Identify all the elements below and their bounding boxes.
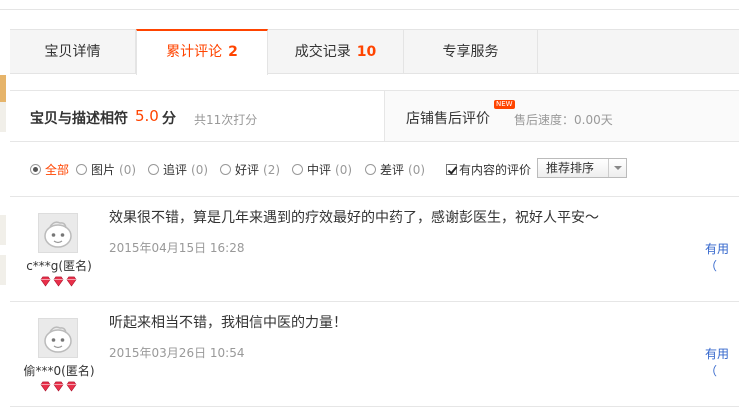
top-strip — [0, 0, 739, 10]
filter-label: 差评 — [380, 163, 405, 177]
useful-button[interactable]: 有用（ — [705, 345, 739, 379]
reviewer-name: c***g(匿名) — [26, 259, 92, 273]
filter-images-radio[interactable]: 图片 (0) — [76, 162, 136, 178]
filter-count: (0) — [335, 163, 353, 177]
filter-label: 全部 — [45, 163, 70, 177]
filter-count: (2) — [263, 163, 281, 177]
gem-icon — [66, 276, 77, 287]
gem-icon — [40, 276, 51, 287]
edge-mark — [0, 75, 6, 105]
tab-reviews[interactable]: 累计评论 2 — [136, 29, 268, 75]
filter-positive-radio[interactable]: 好评 (2) — [220, 162, 280, 178]
tab-label: 宝贝详情 — [44, 44, 101, 60]
sort-select[interactable]: 推荐排序 — [537, 158, 627, 178]
radio-icon — [292, 164, 303, 175]
edge-mark — [0, 215, 6, 245]
tab-services[interactable]: 专享服务 — [404, 30, 538, 74]
filter-count: (0) — [119, 163, 137, 177]
new-badge: NEW — [494, 100, 515, 109]
tab-label: 累计评论 — [166, 44, 223, 60]
tab-count: 2 — [228, 44, 238, 60]
radio-icon — [365, 164, 376, 175]
review-item: c***g(匿名) 效果很不错，算是几年来遇到的疗效最好的中药了，感谢彭医生，祝… — [10, 197, 739, 302]
after-sales-review-tab[interactable]: 店铺售后评价 — [406, 108, 490, 128]
tab-item-details[interactable]: 宝贝详情 — [10, 30, 136, 74]
review-item: 偷***0(匿名) 听起来相当不错，我相信中医的力量！ 2015年03月26日 … — [10, 302, 739, 407]
description-score: 5.0 — [135, 107, 159, 125]
score-unit: 分 — [162, 111, 176, 127]
review-filter-bar: 全部 图片 (0) 追评 (0) 好评 (2) 中评 (0) 差评 (0) 有内容的评价 … — [10, 142, 739, 197]
filter-label: 好评 — [235, 163, 260, 177]
rating-summary: 宝贝与描述相符 5.0 分 共11次打分 店铺售后评价 NEW 售后速度：0.0… — [10, 90, 739, 142]
left-edge — [0, 10, 10, 413]
reviewer-name: 偷***0(匿名) — [23, 364, 95, 378]
filter-count: (0) — [408, 163, 426, 177]
gem-icon — [40, 381, 51, 392]
avatar — [38, 213, 78, 253]
edge-mark — [0, 102, 6, 132]
radio-icon — [220, 164, 231, 175]
filter-all-radio[interactable]: 全部 — [30, 162, 69, 178]
useful-button[interactable]: 有用（ — [705, 240, 739, 274]
reviewer-rank-gems — [40, 276, 80, 287]
radio-checked-icon — [30, 164, 41, 175]
gem-icon — [53, 276, 64, 287]
default-avatar-icon — [44, 326, 72, 353]
page: 宝贝详情 累计评论 2 成交记录 10 专享服务 宝贝与描述相符 5.0 分 共11… — [0, 0, 739, 413]
tab-label: 成交记录 — [294, 44, 351, 60]
rating-count: 共11次打分 — [194, 113, 258, 127]
review-content: 听起来相当不错，我相信中医的力量！ — [109, 315, 347, 331]
tab-bar: 宝贝详情 累计评论 2 成交记录 10 专享服务 — [10, 29, 739, 75]
default-avatar-icon — [44, 221, 72, 248]
radio-icon — [148, 164, 159, 175]
tab-count: 10 — [356, 44, 377, 60]
reviewer-rank-gems — [40, 381, 80, 392]
checkbox-label: 有内容的评价 — [459, 163, 532, 177]
filter-label: 追评 — [163, 163, 188, 177]
has-content-checkbox[interactable]: 有内容的评价 — [446, 162, 531, 178]
avatar — [38, 318, 78, 358]
filter-label: 中评 — [307, 163, 332, 177]
chevron-down-icon — [608, 159, 626, 177]
gem-icon — [53, 381, 64, 392]
filter-negative-radio[interactable]: 差评 (0) — [365, 162, 425, 178]
edge-mark — [0, 255, 6, 285]
tab-label: 专享服务 — [442, 44, 499, 60]
review-date: 2015年03月26日 10:54 — [109, 346, 245, 360]
description-match-label: 宝贝与描述相符 — [30, 111, 128, 127]
filter-neutral-radio[interactable]: 中评 (0) — [292, 162, 352, 178]
filter-followup-radio[interactable]: 追评 (0) — [148, 162, 208, 178]
tab-transactions[interactable]: 成交记录 10 — [268, 30, 404, 74]
review-content: 效果很不错，算是几年来遇到的疗效最好的中药了，感谢彭医生，祝好人平安～ — [109, 210, 599, 226]
checkbox-checked-icon — [446, 164, 457, 175]
filter-label: 图片 — [91, 163, 116, 177]
review-date: 2015年04月15日 16:28 — [109, 241, 245, 255]
filter-count: (0) — [191, 163, 209, 177]
sort-select-value: 推荐排序 — [546, 161, 595, 175]
gem-icon — [66, 381, 77, 392]
radio-icon — [76, 164, 87, 175]
after-sales-speed: 售后速度：0.00天 — [514, 113, 613, 127]
